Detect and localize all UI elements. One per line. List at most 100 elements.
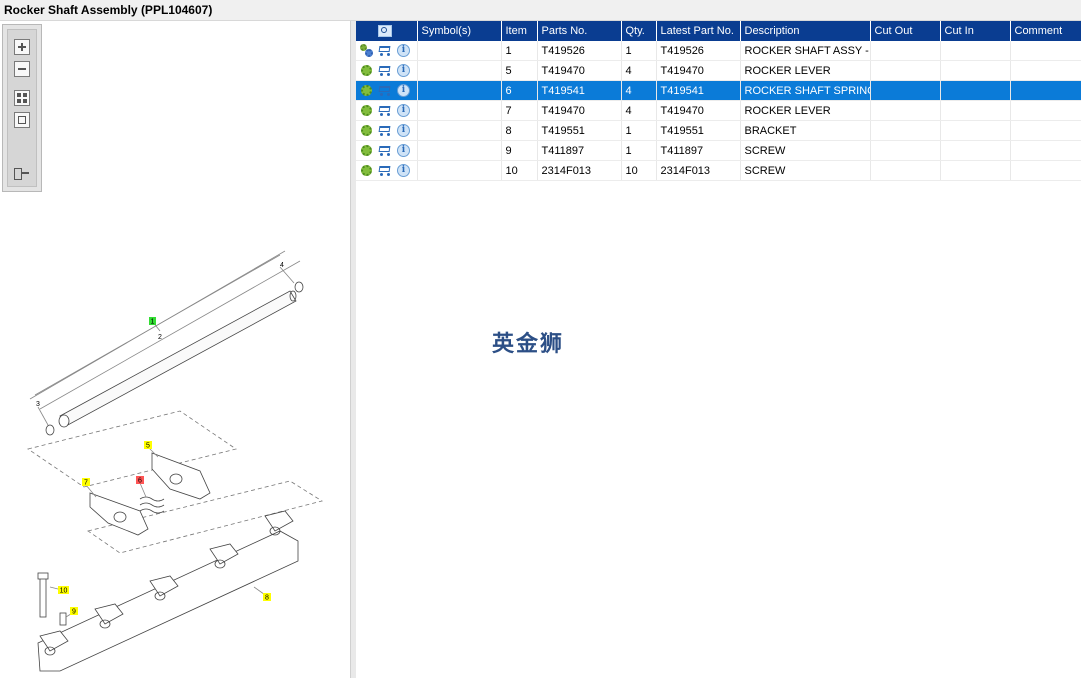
- cart-icon[interactable]: [377, 44, 393, 57]
- callout-6[interactable]: 6: [138, 478, 142, 485]
- callout-10[interactable]: 10: [60, 588, 68, 595]
- cell-latest: T419470: [656, 100, 741, 121]
- cell-cut-out: [870, 140, 941, 161]
- find-icon[interactable]: [378, 24, 394, 39]
- fit-window-button[interactable]: [14, 112, 30, 128]
- fit-all-button[interactable]: [14, 90, 30, 106]
- cart-icon[interactable]: [377, 124, 393, 137]
- cell-item: 1: [501, 41, 538, 61]
- table-row[interactable]: 5 T419470 4 T419470 ROCKER LEVER: [356, 60, 1081, 81]
- gear-icon[interactable]: [360, 124, 373, 137]
- export-button[interactable]: [14, 166, 30, 182]
- cell-cut-in: [940, 120, 1011, 141]
- table-row[interactable]: 9 T411897 1 T411897 SCREW: [356, 140, 1081, 161]
- cell-qty: 4: [621, 100, 657, 121]
- watermark-text: 英金狮: [492, 332, 565, 357]
- callout-3[interactable]: 3: [36, 401, 40, 408]
- gear-icon[interactable]: [360, 84, 373, 97]
- header-item[interactable]: Item: [501, 21, 538, 41]
- table-row[interactable]: 8 T419551 1 T419551 BRACKET: [356, 120, 1081, 141]
- cell-cut-in: [940, 41, 1011, 61]
- cell-item: 10: [501, 160, 538, 181]
- cart-icon[interactable]: [377, 84, 393, 97]
- header-parts-no[interactable]: Parts No.: [537, 21, 622, 41]
- cell-item: 5: [501, 60, 538, 81]
- cart-icon[interactable]: [377, 144, 393, 157]
- cart-icon[interactable]: [377, 164, 393, 177]
- callout-9[interactable]: 9: [72, 609, 76, 616]
- cell-description: ROCKER SHAFT ASSY - M: [740, 41, 871, 61]
- cell-cut-in: [940, 60, 1011, 81]
- info-icon[interactable]: [397, 144, 410, 157]
- cell-comment: [1010, 60, 1081, 81]
- cell-cut-in: [940, 140, 1011, 161]
- cell-qty: 1: [621, 120, 657, 141]
- cell-latest: T419551: [656, 120, 741, 141]
- cell-symbols: [417, 41, 502, 61]
- callout-1[interactable]: 1: [151, 319, 155, 326]
- gear-icon[interactable]: [360, 104, 373, 117]
- cell-item: 6: [501, 80, 538, 101]
- info-icon[interactable]: [397, 84, 410, 97]
- cell-symbols: [417, 120, 502, 141]
- info-icon[interactable]: [397, 104, 410, 117]
- header-description[interactable]: Description: [740, 21, 871, 41]
- cell-parts-no: 2314F013: [537, 160, 622, 181]
- cell-qty: 1: [621, 41, 657, 61]
- table-row[interactable]: 1 T419526 1 T419526 ROCKER SHAFT ASSY - …: [356, 41, 1081, 61]
- cell-latest: T411897: [656, 140, 741, 161]
- cell-symbols: [417, 140, 502, 161]
- header-qty[interactable]: Qty.: [621, 21, 657, 41]
- cell-cut-out: [870, 120, 941, 141]
- table-row[interactable]: 10 2314F013 10 2314F013 SCREW: [356, 160, 1081, 181]
- gear-icon[interactable]: [360, 144, 373, 157]
- cell-item: 9: [501, 140, 538, 161]
- cell-item: 8: [501, 120, 538, 141]
- table-row[interactable]: 7 T419470 4 T419470 ROCKER LEVER: [356, 100, 1081, 121]
- cell-parts-no: T419551: [537, 120, 622, 141]
- cart-icon[interactable]: [377, 64, 393, 77]
- cell-cut-out: [870, 60, 941, 81]
- info-icon[interactable]: [397, 64, 410, 77]
- cell-cut-out: [870, 80, 941, 101]
- header-latest-part-no[interactable]: Latest Part No.: [656, 21, 741, 41]
- exploded-parts-diagram[interactable]: 1 2 3 4 5 6 7 8 9 10: [0, 231, 340, 691]
- cell-qty: 1: [621, 140, 657, 161]
- zoom-out-button[interactable]: [14, 61, 30, 77]
- cell-description: ROCKER SHAFT SPRING: [740, 80, 871, 101]
- callout-4[interactable]: 4: [280, 262, 284, 269]
- cell-cut-out: [870, 41, 941, 61]
- gears-icon[interactable]: [360, 44, 373, 57]
- cell-latest: 2314F013: [656, 160, 741, 181]
- header-symbols[interactable]: Symbol(s): [417, 21, 502, 41]
- parts-grid-area: Symbol(s) Item Parts No. Qty. Latest Par…: [356, 21, 1081, 678]
- info-icon[interactable]: [397, 124, 410, 137]
- cell-qty: 4: [621, 80, 657, 101]
- cell-description: ROCKER LEVER: [740, 100, 871, 121]
- callout-2[interactable]: 2: [158, 334, 162, 341]
- window-title: Rocker Shaft Assembly (PPL104607): [4, 3, 213, 17]
- gear-icon[interactable]: [360, 164, 373, 177]
- cell-item: 7: [501, 100, 538, 121]
- cell-description: SCREW: [740, 160, 871, 181]
- header-find[interactable]: [356, 21, 418, 41]
- diagram-pane[interactable]: 1 2 3 4 5 6 7 8 9 10: [0, 21, 350, 678]
- cell-symbols: [417, 60, 502, 81]
- cell-comment: [1010, 120, 1081, 141]
- callout-7[interactable]: 7: [84, 480, 88, 487]
- header-comment[interactable]: Comment: [1010, 21, 1081, 41]
- cart-icon[interactable]: [377, 104, 393, 117]
- cell-parts-no: T419541: [537, 80, 622, 101]
- info-icon[interactable]: [397, 44, 410, 57]
- header-cut-in[interactable]: Cut In: [940, 21, 1011, 41]
- callout-8[interactable]: 8: [265, 595, 269, 602]
- gear-icon[interactable]: [360, 64, 373, 77]
- info-icon[interactable]: [397, 164, 410, 177]
- cell-cut-in: [940, 80, 1011, 101]
- zoom-in-button[interactable]: [14, 39, 30, 55]
- cell-symbols: [417, 100, 502, 121]
- viewer-toolbar: [2, 24, 42, 192]
- header-cut-out[interactable]: Cut Out: [870, 21, 941, 41]
- table-row-selected[interactable]: 6 T419541 4 T419541 ROCKER SHAFT SPRING: [356, 80, 1081, 101]
- callout-5[interactable]: 5: [146, 443, 150, 450]
